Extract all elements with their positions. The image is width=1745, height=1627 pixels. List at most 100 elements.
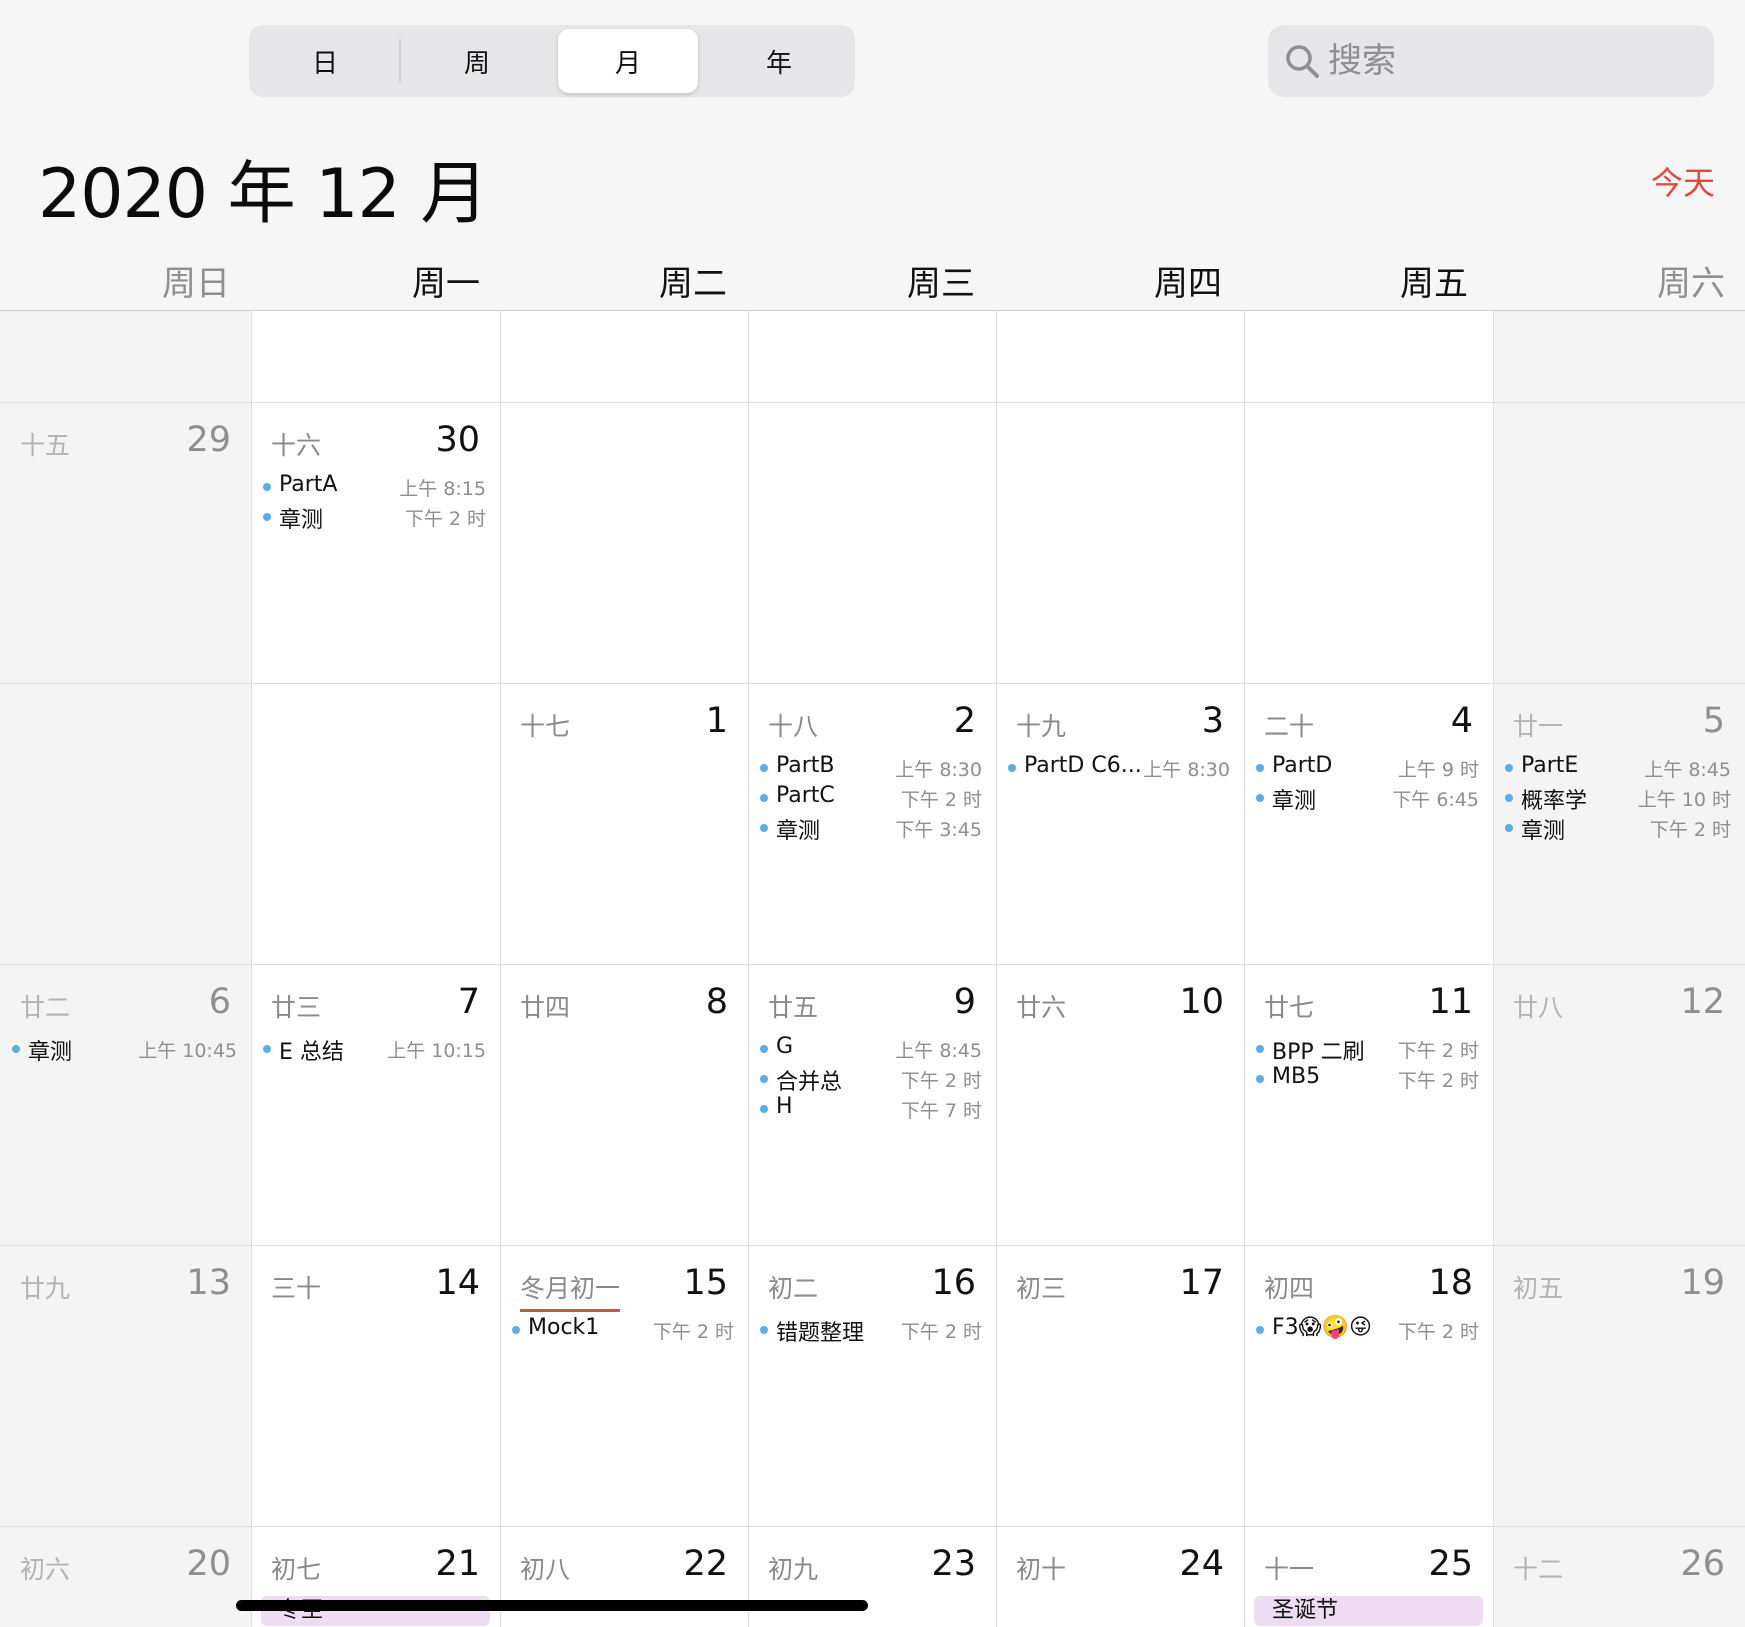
- event-item[interactable]: 章测 下午 6:45: [1256, 783, 1479, 814]
- day-cell[interactable]: 十二 26: [1493, 1526, 1745, 1627]
- event-item[interactable]: G 上午 8:45: [760, 1034, 982, 1064]
- day-cell[interactable]: 初四 18 F3😱🤪😜 下午 2 时: [1244, 1245, 1493, 1526]
- day-cell[interactable]: 二十 4 PartD 上午 9 时章测 下午 6:45: [1244, 683, 1493, 964]
- day-number: 8: [705, 982, 728, 1022]
- weekday-header-sun: 周日: [162, 264, 230, 304]
- day-number: 10: [1179, 982, 1224, 1022]
- day-cell[interactable]: 初十 24: [996, 1526, 1244, 1627]
- event-time: 下午 2 时: [1397, 1040, 1479, 1062]
- event-title: 章测: [776, 819, 821, 844]
- event-time: 下午 2 时: [1397, 1321, 1479, 1343]
- day-cell[interactable]: 十六 30 PartA 上午 8:15 章测 下午 2 时: [251, 402, 500, 683]
- event-dot-icon: [1505, 794, 1513, 802]
- event-item[interactable]: PartA 上午 8:15: [263, 472, 486, 502]
- event-title: 错题整理: [776, 1321, 865, 1346]
- event-dot-icon: [12, 1045, 20, 1053]
- day-cell[interactable]: 十八 2 PartB 上午 8:30 PartC 下午 2 时章测 下午 3:45: [748, 683, 996, 964]
- event-item[interactable]: 章测 下午 3:45: [760, 813, 982, 844]
- event-time: 上午 8:30: [895, 759, 982, 781]
- day-cell[interactable]: 初三 17: [996, 1245, 1244, 1526]
- event-title: PartD: [1272, 753, 1333, 778]
- event-time: 下午 2 时: [900, 1070, 982, 1092]
- lunar-date: 廿五: [768, 993, 819, 1022]
- event-title: PartE: [1521, 753, 1579, 778]
- day-number: 11: [1428, 982, 1473, 1022]
- day-number: 9: [953, 982, 976, 1022]
- day-cell[interactable]: 十五 29: [0, 402, 251, 683]
- event-item[interactable]: E 总结 上午 10:15: [263, 1034, 486, 1065]
- event-title: 合并总: [776, 1070, 843, 1095]
- event-item[interactable]: 章测 下午 2 时: [1505, 813, 1731, 844]
- event-item[interactable]: 概率学 上午 10 时: [1505, 783, 1731, 814]
- day-cell[interactable]: 廿八 12: [1493, 964, 1745, 1245]
- today-button[interactable]: 今天: [1651, 158, 1715, 204]
- day-cell[interactable]: 冬月初一 15 Mock1 下午 2 时: [500, 1245, 748, 1526]
- event-item[interactable]: PartD C6... 上午 8:30: [1008, 753, 1230, 783]
- day-cell[interactable]: 廿五 9 G 上午 8:45 合并总 下午 2 时 H 下午 7 时: [748, 964, 996, 1245]
- day-cell[interactable]: 廿九 13: [0, 1245, 251, 1526]
- event-item[interactable]: 章测 下午 2 时: [263, 502, 486, 533]
- lunar-date: 初七: [271, 1555, 322, 1584]
- event-item[interactable]: Mock1 下午 2 时: [512, 1315, 734, 1345]
- day-number: 7: [457, 982, 480, 1022]
- day-cell[interactable]: 廿二 6 章测 上午 10:45: [0, 964, 251, 1245]
- lunar-date: 十五: [20, 431, 71, 460]
- event-title: G: [776, 1034, 794, 1059]
- day-number: 6: [208, 982, 231, 1022]
- day-cell[interactable]: 初二 16 错题整理 下午 2 时: [748, 1245, 996, 1526]
- lunar-date: 初二: [768, 1274, 819, 1303]
- day-cell[interactable]: 十九 3 PartD C6... 上午 8:30: [996, 683, 1244, 964]
- day-cell[interactable]: 初六 20: [0, 1526, 251, 1627]
- event-item[interactable]: F3😱🤪😜 下午 2 时: [1256, 1315, 1479, 1345]
- event-title: 章测: [279, 508, 324, 533]
- event-item[interactable]: PartC 下午 2 时: [760, 783, 982, 813]
- weekday-header-sat: 周六: [1657, 264, 1725, 304]
- event-time: 下午 2 时: [1397, 1070, 1479, 1092]
- event-item[interactable]: PartD 上午 9 时: [1256, 753, 1479, 783]
- event-item[interactable]: MB5 下午 2 时: [1256, 1064, 1479, 1094]
- event-item[interactable]: PartE 上午 8:45: [1505, 753, 1731, 783]
- event-item[interactable]: 合并总 下午 2 时: [760, 1064, 982, 1095]
- day-cell[interactable]: 三十 14: [251, 1245, 500, 1526]
- event-title: PartB: [776, 753, 835, 778]
- day-cell[interactable]: 初八 22: [500, 1526, 748, 1627]
- view-day-button[interactable]: 日: [255, 29, 395, 93]
- view-week-button[interactable]: 周: [407, 29, 547, 93]
- event-dot-icon: [1256, 794, 1264, 802]
- event-item[interactable]: PartB 上午 8:30: [760, 753, 982, 783]
- day-cell[interactable]: 十一 25 圣诞节: [1244, 1526, 1493, 1627]
- search-field[interactable]: [1268, 25, 1714, 97]
- event-item[interactable]: 章测 上午 10:45: [12, 1034, 237, 1065]
- event-time: 下午 7 时: [900, 1100, 982, 1122]
- event-title: PartC: [776, 783, 835, 808]
- view-month-button[interactable]: 月: [558, 29, 698, 93]
- calendar-toolbar: 日 周 月 年 2020 年 12 月 今天 周日 周一 周二 周三 周四 周五…: [0, 0, 1745, 304]
- day-cell[interactable]: 初九 23: [748, 1526, 996, 1627]
- event-item[interactable]: 错题整理 下午 2 时: [760, 1315, 982, 1346]
- event-time: 上午 8:45: [895, 1040, 982, 1062]
- day-cell[interactable]: 廿三 7 E 总结 上午 10:15: [251, 964, 500, 1245]
- day-cell[interactable]: 廿一 5 PartE 上午 8:45 概率学 上午 10 时章测 下午 2 时: [1493, 683, 1745, 964]
- lunar-date: 廿六: [1016, 993, 1067, 1022]
- day-cell[interactable]: 初五 19: [1493, 1245, 1745, 1526]
- event-item[interactable]: BPP 二刷 下午 2 时: [1256, 1034, 1479, 1065]
- event-time: 下午 2 时: [900, 1321, 982, 1343]
- page-title: 2020 年 12 月: [38, 155, 488, 234]
- home-indicator: [236, 1600, 868, 1611]
- day-cell[interactable]: 初七21冬至: [251, 1526, 500, 1627]
- all-day-event[interactable]: 圣诞节: [1254, 1596, 1483, 1626]
- lunar-date: 廿一: [1513, 712, 1564, 741]
- event-dot-icon: [1256, 1326, 1264, 1334]
- day-cell[interactable]: 廿六 10: [996, 964, 1244, 1245]
- search-input[interactable]: [1328, 25, 1698, 97]
- event-item[interactable]: H 下午 7 时: [760, 1094, 982, 1124]
- event-dot-icon: [1505, 764, 1513, 772]
- day-cell[interactable]: 廿七 11 BPP 二刷 下午 2 时 MB5 下午 2 时: [1244, 964, 1493, 1245]
- event-title: F3😱🤪😜: [1272, 1315, 1372, 1340]
- view-year-button[interactable]: 年: [709, 29, 849, 93]
- day-cell[interactable]: 廿四 8: [500, 964, 748, 1245]
- lunar-date: 初十: [1016, 1555, 1067, 1584]
- day-cell[interactable]: 十七 1: [500, 683, 748, 964]
- lunar-date: 十七: [520, 712, 571, 741]
- event-time: 上午 10:45: [138, 1040, 237, 1062]
